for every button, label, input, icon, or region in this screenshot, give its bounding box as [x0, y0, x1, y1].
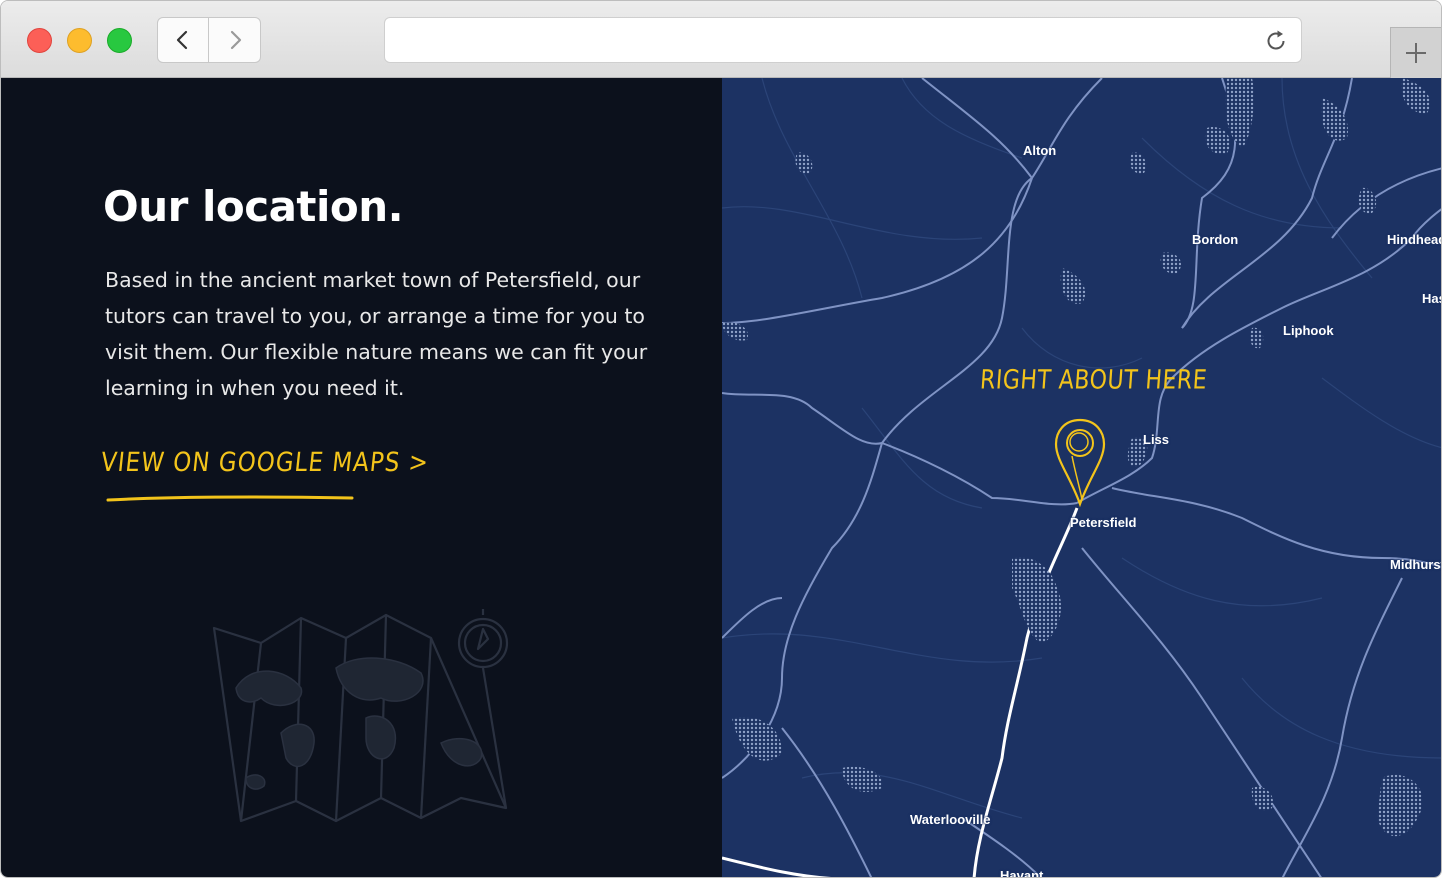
reload-icon[interactable] — [1263, 28, 1289, 54]
town-hindhead: Hindhead — [1387, 232, 1442, 247]
town-alton: Alton — [1023, 143, 1057, 158]
location-heading: Our location. — [103, 182, 404, 231]
minimize-window-button[interactable] — [67, 28, 92, 53]
address-bar[interactable] — [384, 17, 1302, 63]
new-tab-button[interactable] — [1390, 27, 1441, 78]
maximize-window-button[interactable] — [107, 28, 132, 53]
town-bordon: Bordon — [1192, 232, 1239, 247]
location-description: Based in the ancient market town of Pete… — [105, 268, 648, 400]
browser-toolbar — [1, 1, 1441, 78]
chevron-left-icon — [176, 30, 188, 50]
town-havant: Havant — [1000, 868, 1044, 878]
town-petersfield: Petersfield — [1070, 515, 1137, 530]
chevron-right-icon — [230, 30, 241, 50]
town-waterlooville: Waterlooville — [910, 812, 991, 827]
page-content: Our location. Based in the ancient marke… — [1, 78, 1442, 878]
town-liphook: Liphook — [1283, 323, 1334, 338]
back-button[interactable] — [157, 17, 209, 63]
link-underline-icon — [106, 495, 354, 502]
plus-icon — [1406, 43, 1426, 63]
map-panel[interactable]: Alton Bordon Hindhead Has Liphook Liss P… — [722, 78, 1442, 878]
navigation-buttons — [157, 17, 261, 63]
town-liss: Liss — [1143, 432, 1170, 447]
forward-button[interactable] — [209, 17, 261, 63]
town-midhurst: Midhurst — [1390, 557, 1442, 572]
close-window-button[interactable] — [27, 28, 52, 53]
town-haslemere: Has — [1422, 291, 1441, 306]
marker-label: RIGHT ABOUT HERE — [978, 365, 1209, 396]
view-on-google-maps-link[interactable]: VIEW ON GOOGLE MAPS > — [99, 448, 430, 478]
map-pin-icon[interactable] — [1052, 416, 1108, 508]
browser-window: Our location. Based in the ancient marke… — [0, 0, 1442, 878]
location-info-panel: Our location. Based in the ancient marke… — [1, 78, 722, 877]
folded-map-compass-icon — [212, 609, 509, 823]
